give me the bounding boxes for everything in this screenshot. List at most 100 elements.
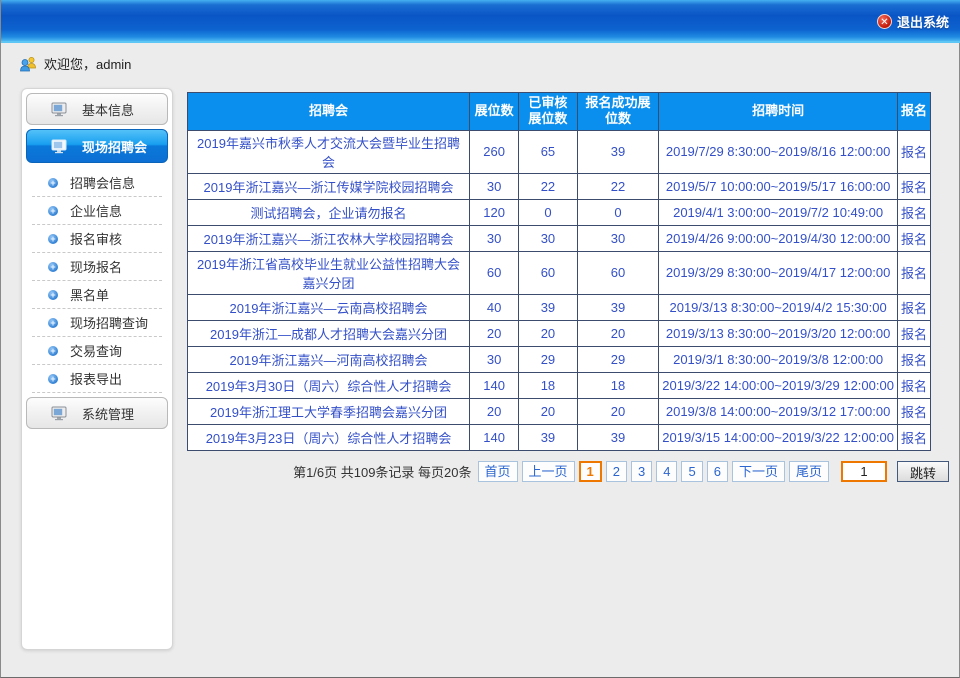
jump-button[interactable]: 跳转 — [897, 461, 949, 482]
sidebar-subitem-label: 交易查询 — [70, 341, 122, 360]
sidebar-item-basic-info[interactable]: 基本信息 — [26, 93, 168, 125]
first-page-button[interactable]: 首页 — [478, 461, 518, 482]
sidebar-subitem[interactable]: + 交易查询 — [32, 337, 162, 365]
prev-page-button[interactable]: 上一页 — [522, 461, 575, 482]
header-booth-count: 展位数 — [470, 93, 519, 131]
apply-link[interactable]: 报名 — [897, 199, 930, 225]
page-buttons: 1 2 3 4 5 6 — [579, 461, 728, 482]
success-count-cell: 20 — [577, 398, 659, 424]
booth-count-cell: 20 — [470, 398, 519, 424]
fair-name-cell: 2019年浙江省高校毕业生就业公益性招聘大会嘉兴分团 — [188, 251, 470, 294]
approved-count-cell: 0 — [519, 199, 578, 225]
sidebar-subitem[interactable]: + 报名审核 — [32, 225, 162, 253]
recruit-time-cell: 2019/4/26 9:00:00~2019/4/30 12:00:00 — [659, 225, 898, 251]
table-row: 2019年浙江嘉兴—浙江农林大学校园招聘会 30 30 30 2019/4/26… — [188, 225, 931, 251]
sidebar-subitem[interactable]: + 现场报名 — [32, 253, 162, 281]
recruit-time-cell: 2019/5/7 10:00:00~2019/5/17 16:00:00 — [659, 173, 898, 199]
table-header-row: 招聘会 展位数 已审核展位数 报名成功展位数 招聘时间 报名 — [188, 93, 931, 131]
apply-link[interactable]: 报名 — [897, 346, 930, 372]
fair-name-cell: 2019年3月30日（周六）综合性人才招聘会 — [188, 372, 470, 398]
apply-link[interactable]: 报名 — [897, 398, 930, 424]
booth-count-cell: 30 — [470, 225, 519, 251]
sidebar-item-onsite-fair[interactable]: 现场招聘会 — [26, 129, 168, 163]
header-approved-count: 已审核展位数 — [519, 93, 578, 131]
last-page-button[interactable]: 尾页 — [789, 461, 829, 482]
apply-link[interactable]: 报名 — [897, 320, 930, 346]
plus-bullet-icon: + — [48, 178, 58, 188]
job-fairs-table: 招聘会 展位数 已审核展位数 报名成功展位数 招聘时间 报名 2019年嘉兴市秋… — [187, 92, 931, 451]
next-page-button[interactable]: 下一页 — [732, 461, 785, 482]
header-apply: 报名 — [897, 93, 930, 131]
sidebar-subitem[interactable]: + 报表导出 — [32, 365, 162, 393]
page-button[interactable]: 6 — [707, 461, 728, 482]
table-row: 2019年浙江嘉兴—河南高校招聘会 30 29 29 2019/3/1 8:30… — [188, 346, 931, 372]
apply-link[interactable]: 报名 — [897, 251, 930, 294]
table-row: 2019年浙江省高校毕业生就业公益性招聘大会嘉兴分团 60 60 60 2019… — [188, 251, 931, 294]
sidebar-subitem-label: 招聘会信息 — [70, 173, 135, 192]
welcome-text: 欢迎您，admin — [44, 54, 131, 73]
recruit-time-cell: 2019/3/8 14:00:00~2019/3/12 17:00:00 — [659, 398, 898, 424]
success-count-cell: 20 — [577, 320, 659, 346]
page-button[interactable]: 4 — [656, 461, 677, 482]
sidebar-subitem[interactable]: + 现场招聘查询 — [32, 309, 162, 337]
recruit-time-cell: 2019/3/29 8:30:00~2019/4/17 12:00:00 — [659, 251, 898, 294]
table-row: 2019年3月23日（周六）综合性人才招聘会 140 39 39 2019/3/… — [188, 424, 931, 450]
success-count-cell: 18 — [577, 372, 659, 398]
recruit-time-cell: 2019/3/13 8:30:00~2019/4/2 15:30:00 — [659, 294, 898, 320]
page-button[interactable]: 5 — [681, 461, 702, 482]
plus-bullet-icon: + — [48, 374, 58, 384]
table-row: 2019年嘉兴市秋季人才交流大会暨毕业生招聘会 260 65 39 2019/7… — [188, 130, 931, 173]
monitor-icon — [51, 139, 68, 154]
sidebar-subitem[interactable]: + 企业信息 — [32, 197, 162, 225]
logout-button[interactable]: ✕ 退出系统 — [877, 11, 949, 31]
approved-count-cell: 18 — [519, 372, 578, 398]
fair-name-cell: 2019年浙江嘉兴—云南高校招聘会 — [188, 294, 470, 320]
booth-count-cell: 60 — [470, 251, 519, 294]
apply-link[interactable]: 报名 — [897, 424, 930, 450]
apply-link[interactable]: 报名 — [897, 130, 930, 173]
table-row: 2019年浙江嘉兴—浙江传媒学院校园招聘会 30 22 22 2019/5/7 … — [188, 173, 931, 199]
sidebar-item-label: 现场招聘会 — [82, 137, 147, 156]
apply-link[interactable]: 报名 — [897, 225, 930, 251]
approved-count-cell: 60 — [519, 251, 578, 294]
apply-link[interactable]: 报名 — [897, 372, 930, 398]
sidebar-subitem-label: 报表导出 — [70, 369, 122, 388]
page-button[interactable]: 1 — [579, 461, 602, 482]
pagination-summary: 第1/6页 共109条记录 每页20条 — [293, 462, 471, 481]
sidebar-item-system-mgmt[interactable]: 系统管理 — [26, 397, 168, 429]
sidebar-item-label: 基本信息 — [82, 100, 134, 119]
sidebar-submenu: + 招聘会信息 + 企业信息 + 报名审核 + 现场报名 + 黑名单 — [26, 167, 168, 393]
fair-name-cell: 2019年浙江嘉兴—浙江传媒学院校园招聘会 — [188, 173, 470, 199]
success-count-cell: 39 — [577, 130, 659, 173]
header-fair-name: 招聘会 — [188, 93, 470, 131]
booth-count-cell: 140 — [470, 424, 519, 450]
sidebar-subitem[interactable]: + 招聘会信息 — [32, 169, 162, 197]
approved-count-cell: 29 — [519, 346, 578, 372]
success-count-cell: 39 — [577, 294, 659, 320]
plus-bullet-icon: + — [48, 318, 58, 328]
table-body: 2019年嘉兴市秋季人才交流大会暨毕业生招聘会 260 65 39 2019/7… — [188, 130, 931, 450]
page-button[interactable]: 2 — [606, 461, 627, 482]
logout-label: 退出系统 — [897, 12, 949, 31]
sidebar-subitem-label: 现场招聘查询 — [70, 313, 148, 332]
fair-name-cell: 2019年浙江嘉兴—河南高校招聘会 — [188, 346, 470, 372]
fair-name-cell: 2019年浙江理工大学春季招聘会嘉兴分团 — [188, 398, 470, 424]
success-count-cell: 30 — [577, 225, 659, 251]
approved-count-cell: 30 — [519, 225, 578, 251]
jump-page-input[interactable] — [841, 461, 887, 482]
approved-count-cell: 39 — [519, 294, 578, 320]
sidebar-item-label: 系统管理 — [82, 404, 134, 423]
approved-count-cell: 39 — [519, 424, 578, 450]
approved-count-cell: 65 — [519, 130, 578, 173]
apply-link[interactable]: 报名 — [897, 294, 930, 320]
booth-count-cell: 140 — [470, 372, 519, 398]
fair-name-cell: 2019年浙江—成都人才招聘大会嘉兴分团 — [188, 320, 470, 346]
approved-count-cell: 20 — [519, 398, 578, 424]
close-x-icon: ✕ — [877, 14, 892, 29]
sidebar-subitem[interactable]: + 黑名单 — [32, 281, 162, 309]
page-button[interactable]: 3 — [631, 461, 652, 482]
header-success-count: 报名成功展位数 — [577, 93, 659, 131]
booth-count-cell: 260 — [470, 130, 519, 173]
apply-link[interactable]: 报名 — [897, 173, 930, 199]
main-content: 招聘会 展位数 已审核展位数 报名成功展位数 招聘时间 报名 2019年嘉兴市秋… — [187, 92, 949, 482]
